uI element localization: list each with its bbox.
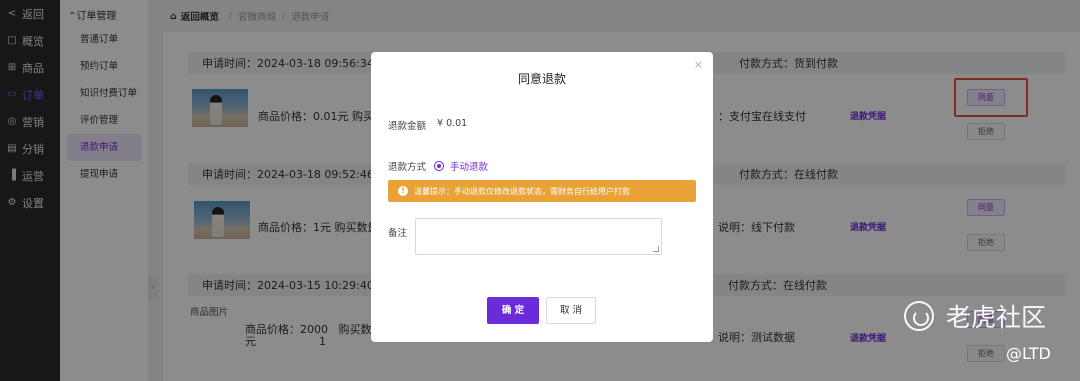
remark-textarea[interactable] [415, 218, 662, 255]
confirm-button[interactable]: 确 定 [487, 297, 539, 324]
warning-tip: ! 温馨提示：手动退款仅修改退款状态，需财务自行给用户打款 [388, 180, 696, 202]
manual-refund-radio[interactable] [434, 161, 444, 171]
dialog-title: 同意退款 [517, 72, 566, 86]
close-icon[interactable]: × [694, 58, 703, 71]
refund-amount: ¥ 0.01 [437, 118, 468, 129]
remark-label: 备注 [388, 228, 408, 239]
warning-text: 温馨提示：手动退款仅修改退款状态，需财务自行给用户打款 [414, 186, 630, 196]
warning-icon: ! [398, 186, 408, 196]
watermark-logo-icon [904, 301, 934, 331]
cancel-button[interactable]: 取 消 [546, 297, 596, 324]
amount-label: 退款金额 [388, 121, 427, 132]
manual-refund-label[interactable]: 手动退款 [450, 159, 488, 173]
watermark: 老虎社区 [904, 298, 1046, 334]
method-label: 退款方式 [388, 162, 427, 173]
watermark-text: 老虎社区 [946, 303, 1047, 332]
agree-refund-dialog: 同意退款 × 退款金额 ¥ 0.01 退款方式 手动退款 ! 温馨提示：手动退款… [371, 52, 713, 342]
watermark-sub: @LTD [1006, 344, 1051, 363]
